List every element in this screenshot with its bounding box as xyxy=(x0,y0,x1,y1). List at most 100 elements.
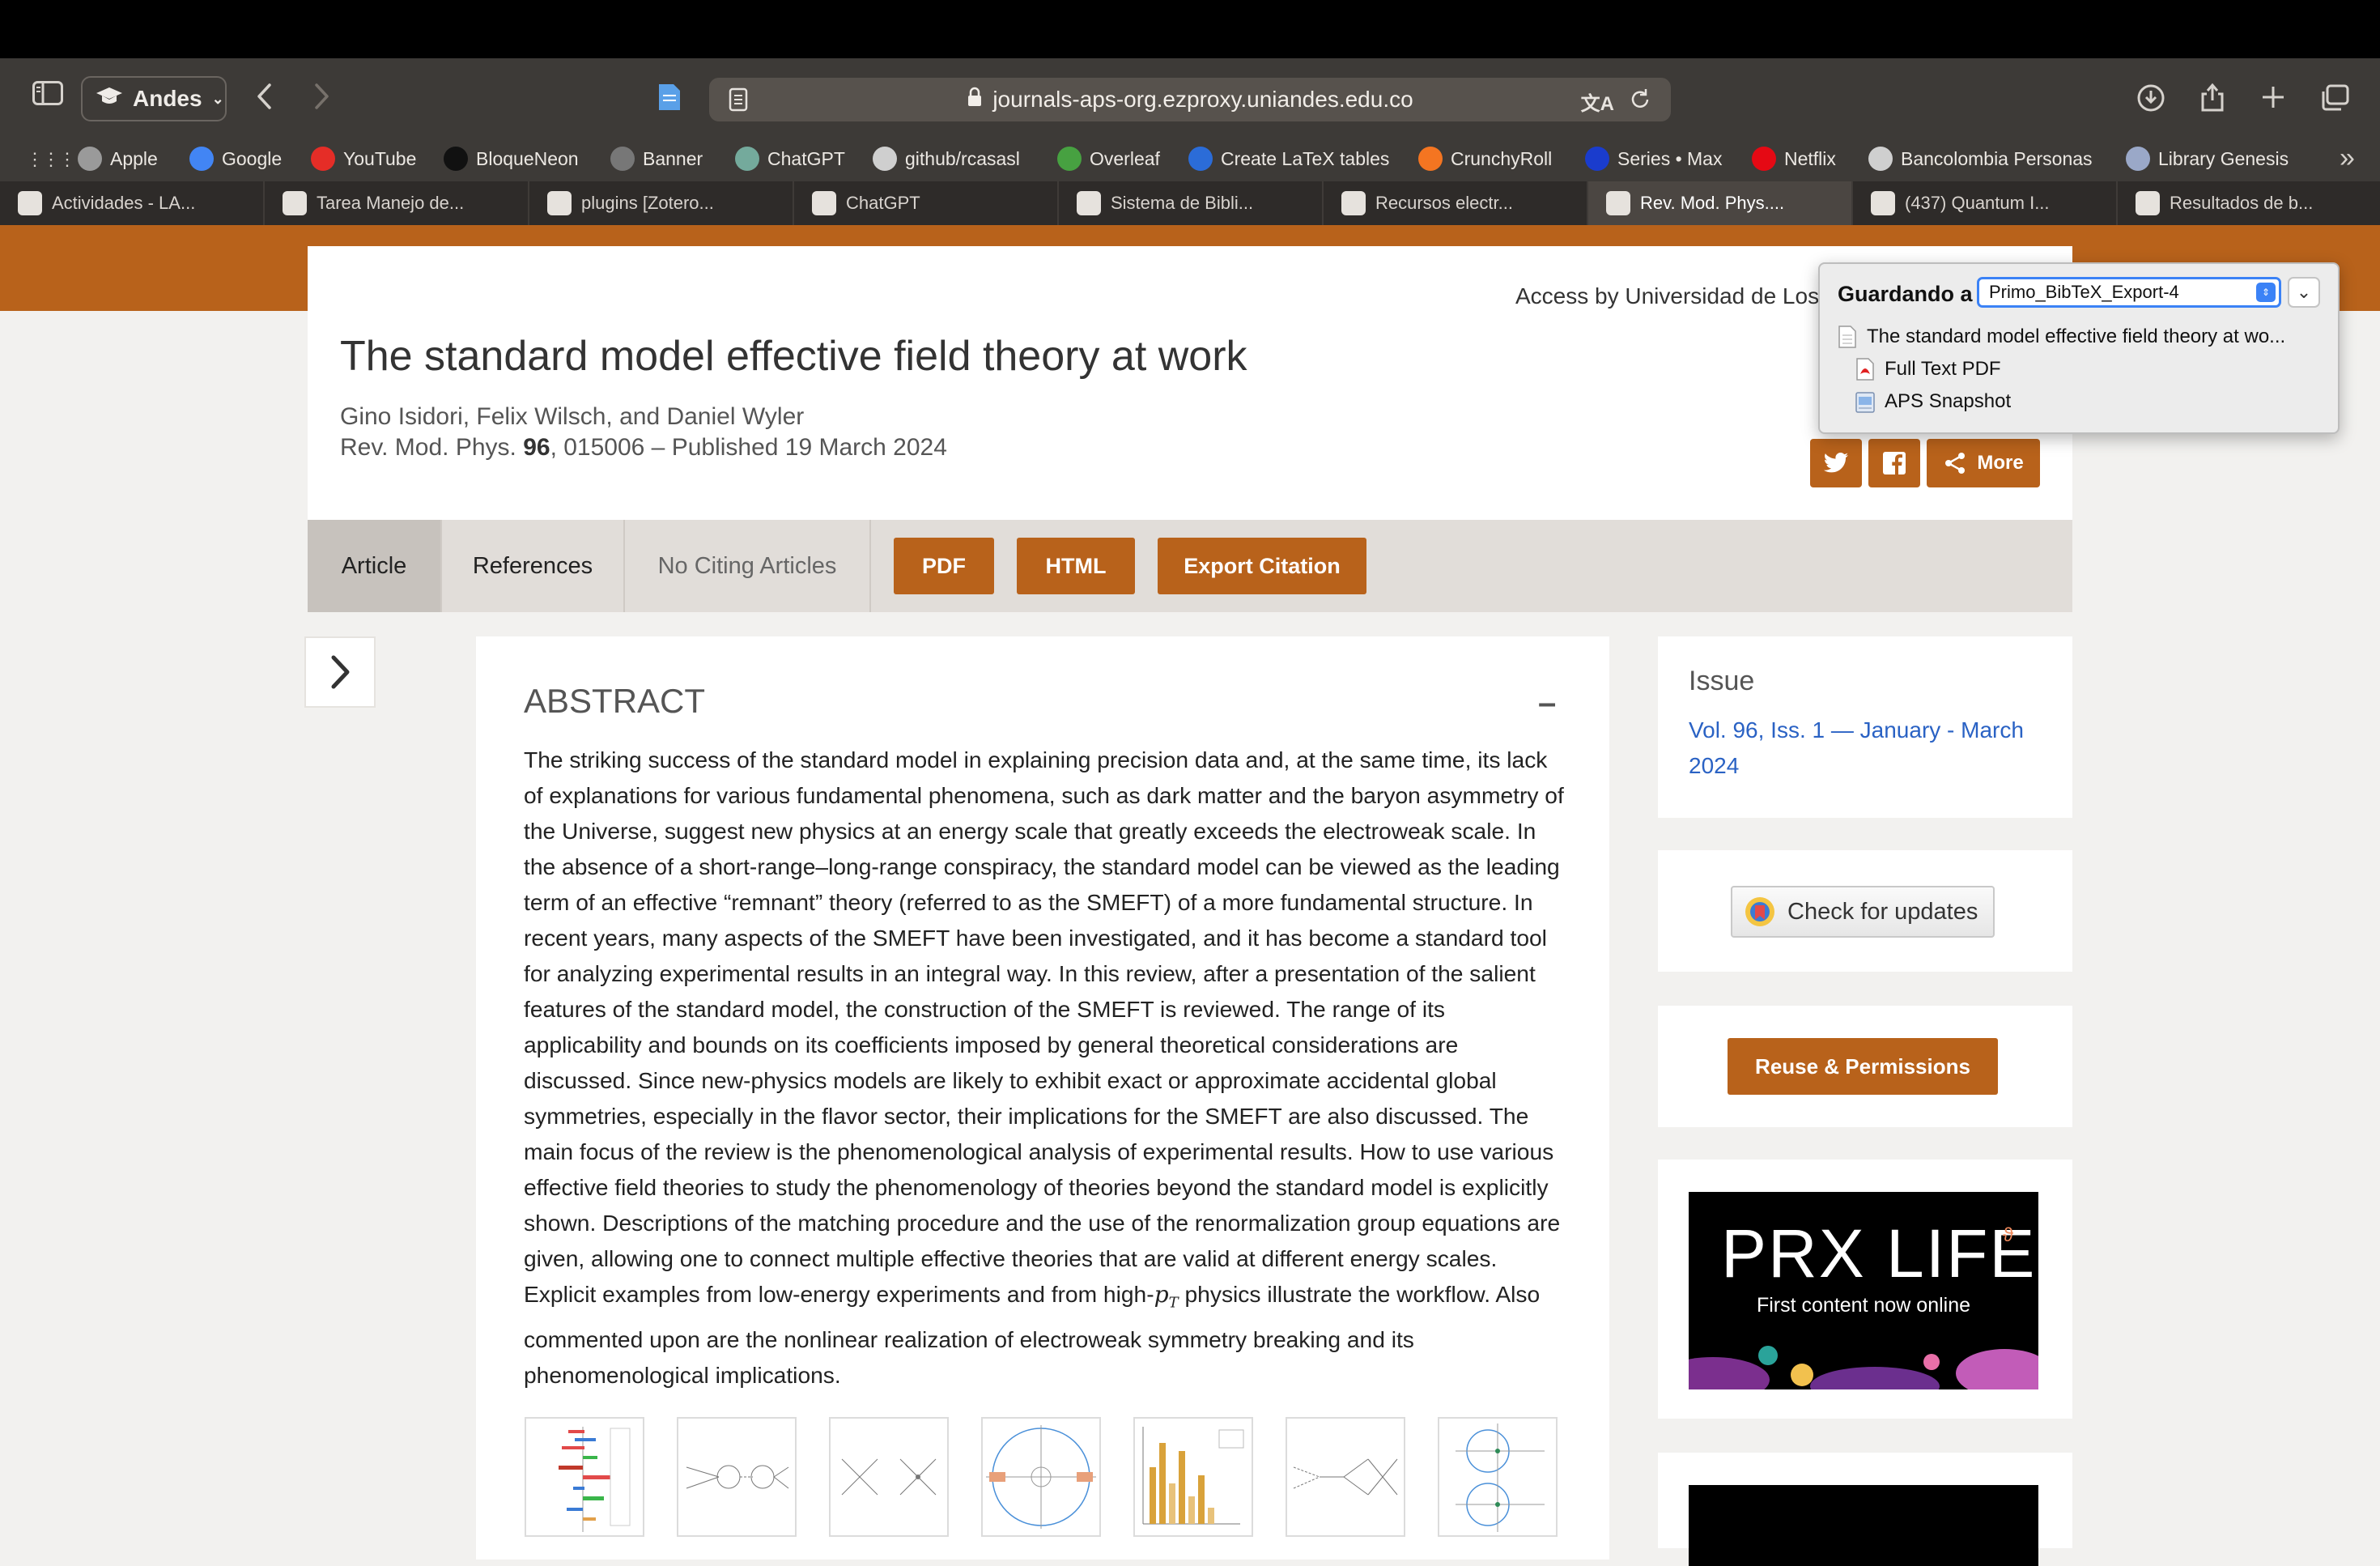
screen-top-bar xyxy=(0,0,2380,58)
sidebar-toggle-icon[interactable] xyxy=(32,81,63,110)
bookmark-item[interactable]: CrunchyRoll xyxy=(1418,143,1552,175)
bookmark-item[interactable]: Google xyxy=(189,143,282,175)
share-icon[interactable] xyxy=(2200,81,2225,117)
zotero-collection-select[interactable]: Primo_BibTeX_Export-4 ⇕ xyxy=(1977,277,2281,308)
new-tab-icon[interactable] xyxy=(2260,84,2286,115)
journal-prefix: Rev. Mod. Phys. xyxy=(340,434,524,461)
overleaf-icon xyxy=(283,191,307,215)
bookmark-label: CrunchyRoll xyxy=(1451,147,1553,169)
bookmark-item[interactable]: Overleaf xyxy=(1057,143,1160,175)
issue-link[interactable]: Vol. 96, Iss. 1 — January - March 2024 xyxy=(1689,713,2045,784)
bookmark-item[interactable]: Bancolombia Personas xyxy=(1868,143,2093,175)
bookmark-item[interactable]: Apple xyxy=(78,143,158,175)
browser-tab[interactable]: plugins [Zotero... xyxy=(529,181,794,225)
bookmark-item[interactable]: BloqueNeon xyxy=(444,143,579,175)
zotero-item-snapshot[interactable]: APS Snapshot xyxy=(1855,390,2011,413)
issue-label: Issue xyxy=(1689,666,1755,696)
tab-label: Rev. Mod. Phys.... xyxy=(1640,193,1785,213)
facebook-icon xyxy=(1883,452,1906,474)
browser-tab[interactable]: Resultados de b... xyxy=(2118,181,2380,225)
figure-thumbnail[interactable] xyxy=(1286,1417,1405,1537)
browser-tab[interactable]: Sistema de Bibli... xyxy=(1059,181,1324,225)
reload-icon[interactable] xyxy=(1629,87,1651,117)
figure-thumbnail[interactable] xyxy=(525,1417,644,1537)
zotero-item-pdf[interactable]: Full Text PDF xyxy=(1855,358,2001,381)
d2l-icon xyxy=(444,147,468,171)
chevron-down-icon: ⌄ xyxy=(211,90,224,107)
twitter-icon xyxy=(1823,453,1848,473)
apps-grid-icon[interactable]: ⋮⋮⋮ xyxy=(26,149,76,170)
back-icon[interactable] xyxy=(256,83,274,115)
reuse-permissions-label: Reuse & Permissions xyxy=(1755,1053,1970,1079)
bookmark-item[interactable]: Banner xyxy=(610,143,703,175)
bookmark-label: Google xyxy=(222,147,283,169)
browser-tab[interactable]: (437) Quantum I... xyxy=(1853,181,2118,225)
bookmarks-bar: ⋮⋮⋮ Apple Google YouTube BloqueNeon Banner Ch… xyxy=(0,136,2380,181)
more-bookmarks-icon[interactable]: » xyxy=(2340,143,2355,174)
figure-thumbnail[interactable] xyxy=(677,1417,797,1537)
abstract-collapse-toggle[interactable]: – xyxy=(1538,685,1556,721)
bookmark-label: Bancolombia Personas xyxy=(1901,147,2093,169)
browser-tab[interactable]: Actividades - LA... xyxy=(0,181,265,225)
more-share-label: More xyxy=(1977,452,2024,474)
crossmark-icon xyxy=(1745,897,1774,926)
bookmark-item[interactable]: Create LaTeX tables xyxy=(1188,143,1389,175)
html-button[interactable]: HTML xyxy=(1017,538,1135,594)
export-citation-button[interactable]: Export Citation xyxy=(1158,538,1366,594)
download-icon[interactable] xyxy=(2137,84,2165,117)
prx-energy-ad[interactable] xyxy=(1689,1485,2038,1566)
facebook-share-button[interactable] xyxy=(1868,439,1920,487)
bookmark-item[interactable]: Library Genesis xyxy=(2126,143,2289,175)
access-notice: Access by Universidad de Los xyxy=(1515,283,1820,309)
youtube-icon xyxy=(311,147,335,171)
twitter-share-button[interactable] xyxy=(1810,439,1862,487)
tab-references[interactable]: References xyxy=(442,520,625,612)
address-bar[interactable]: journals-aps-org.ezproxy.uniandes.edu.co… xyxy=(709,78,1671,121)
profile-selector[interactable]: Andes ⌄ xyxy=(81,76,227,121)
check-for-updates-button[interactable]: Check for updates xyxy=(1731,886,1995,938)
browser-tab[interactable]: Rev. Mod. Phys.... xyxy=(1588,181,1853,225)
table-icon xyxy=(1188,147,1213,171)
translate-icon[interactable]: 文A xyxy=(1581,87,1614,116)
tab-citing-articles[interactable]: No Citing Articles xyxy=(625,520,871,612)
prx-life-ad[interactable]: PRX LIFE ϑ First content now online xyxy=(1689,1192,2038,1389)
figure-thumbnail[interactable] xyxy=(829,1417,949,1537)
document-icon xyxy=(1838,326,1857,348)
reuse-permissions-button[interactable]: Reuse & Permissions xyxy=(1728,1038,1998,1095)
tab-references-label: References xyxy=(472,552,593,579)
bookmark-label: Netflix xyxy=(1784,147,1836,169)
tab-overview-icon[interactable] xyxy=(2320,84,2349,117)
zotero-item-document[interactable]: The standard model effective field theor… xyxy=(1838,326,2285,348)
more-share-button[interactable]: More xyxy=(1927,439,2040,487)
browser-tab[interactable]: Recursos electr... xyxy=(1324,181,1588,225)
zotero-item-label: Full Text PDF xyxy=(1885,358,2001,380)
pdf-button[interactable]: PDF xyxy=(894,538,994,594)
lock-icon xyxy=(967,87,983,113)
bookmark-item[interactable]: YouTube xyxy=(311,143,416,175)
reader-icon[interactable] xyxy=(729,87,748,117)
bookmark-label: Overleaf xyxy=(1090,147,1160,169)
figure-thumbnail[interactable] xyxy=(1133,1417,1253,1537)
browser-tab[interactable]: ChatGPT xyxy=(794,181,1059,225)
pdf-icon xyxy=(1855,358,1875,381)
figure-thumbnail[interactable] xyxy=(981,1417,1101,1537)
article-authors[interactable]: Gino Isidori, Felix Wilsch, and Daniel W… xyxy=(340,403,804,431)
bookmark-item[interactable]: Netflix xyxy=(1752,143,1836,175)
bookmark-item[interactable]: github/rcasasl xyxy=(873,143,1020,175)
youtube-icon xyxy=(1871,191,1895,215)
zotero-expand-button[interactable]: ⌄ xyxy=(2288,277,2320,308)
pdf-button-label: PDF xyxy=(922,553,966,578)
tab-label: (437) Quantum I... xyxy=(1905,193,2050,213)
forward-icon[interactable] xyxy=(312,83,330,115)
figure-thumbnail[interactable] xyxy=(1438,1417,1558,1537)
banner-icon xyxy=(610,147,635,171)
abstract-part-1: The striking success of the standard mod… xyxy=(524,747,1564,1307)
math-sub: T xyxy=(1168,1294,1179,1312)
browser-tab[interactable]: Tarea Manejo de... xyxy=(265,181,529,225)
tab-article[interactable]: Article xyxy=(308,520,442,612)
proquest-icon xyxy=(2136,191,2160,215)
tab-label: Recursos electr... xyxy=(1375,193,1513,213)
bookmark-item[interactable]: ChatGPT xyxy=(735,143,845,175)
bookmark-item[interactable]: Series • Max xyxy=(1585,143,1722,175)
expand-sidebar-button[interactable] xyxy=(304,636,376,708)
